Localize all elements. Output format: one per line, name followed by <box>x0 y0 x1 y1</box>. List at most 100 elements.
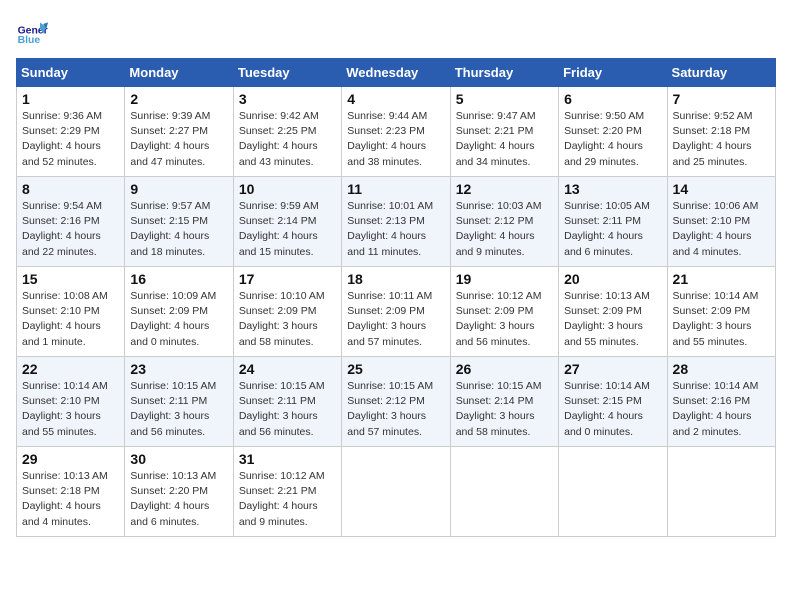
day-number: 27 <box>564 361 661 377</box>
day-number: 19 <box>456 271 553 287</box>
day-detail: Sunrise: 10:15 AMSunset: 2:11 PMDaylight… <box>239 380 325 438</box>
day-detail: Sunrise: 10:15 AMSunset: 2:11 PMDaylight… <box>130 380 216 438</box>
header-tuesday: Tuesday <box>233 59 341 87</box>
calendar-table: SundayMondayTuesdayWednesdayThursdayFrid… <box>16 58 776 537</box>
day-detail: Sunrise: 9:54 AMSunset: 2:16 PMDaylight:… <box>22 200 102 258</box>
day-number: 30 <box>130 451 227 467</box>
header-monday: Monday <box>125 59 233 87</box>
header-sunday: Sunday <box>17 59 125 87</box>
day-detail: Sunrise: 10:14 AMSunset: 2:10 PMDaylight… <box>22 380 108 438</box>
day-cell: 4 Sunrise: 9:44 AMSunset: 2:23 PMDayligh… <box>342 87 450 177</box>
day-cell: 1 Sunrise: 9:36 AMSunset: 2:29 PMDayligh… <box>17 87 125 177</box>
day-cell: 25 Sunrise: 10:15 AMSunset: 2:12 PMDayli… <box>342 357 450 447</box>
header-wednesday: Wednesday <box>342 59 450 87</box>
day-number: 6 <box>564 91 661 107</box>
logo-icon: General Blue <box>16 16 48 48</box>
day-cell <box>667 447 775 537</box>
day-cell <box>559 447 667 537</box>
day-number: 5 <box>456 91 553 107</box>
day-detail: Sunrise: 10:12 AMSunset: 2:21 PMDaylight… <box>239 470 325 528</box>
day-cell: 30 Sunrise: 10:13 AMSunset: 2:20 PMDayli… <box>125 447 233 537</box>
day-number: 16 <box>130 271 227 287</box>
day-number: 8 <box>22 181 119 197</box>
day-detail: Sunrise: 10:12 AMSunset: 2:09 PMDaylight… <box>456 290 542 348</box>
day-cell: 3 Sunrise: 9:42 AMSunset: 2:25 PMDayligh… <box>233 87 341 177</box>
calendar-body: 1 Sunrise: 9:36 AMSunset: 2:29 PMDayligh… <box>17 87 776 537</box>
header-thursday: Thursday <box>450 59 558 87</box>
day-cell: 16 Sunrise: 10:09 AMSunset: 2:09 PMDayli… <box>125 267 233 357</box>
day-number: 25 <box>347 361 444 377</box>
day-cell <box>342 447 450 537</box>
day-cell: 10 Sunrise: 9:59 AMSunset: 2:14 PMDaylig… <box>233 177 341 267</box>
day-cell: 14 Sunrise: 10:06 AMSunset: 2:10 PMDayli… <box>667 177 775 267</box>
week-row-5: 29 Sunrise: 10:13 AMSunset: 2:18 PMDayli… <box>17 447 776 537</box>
day-cell: 31 Sunrise: 10:12 AMSunset: 2:21 PMDayli… <box>233 447 341 537</box>
day-cell: 9 Sunrise: 9:57 AMSunset: 2:15 PMDayligh… <box>125 177 233 267</box>
day-detail: Sunrise: 10:01 AMSunset: 2:13 PMDaylight… <box>347 200 433 258</box>
day-cell: 5 Sunrise: 9:47 AMSunset: 2:21 PMDayligh… <box>450 87 558 177</box>
day-cell: 28 Sunrise: 10:14 AMSunset: 2:16 PMDayli… <box>667 357 775 447</box>
day-detail: Sunrise: 9:42 AMSunset: 2:25 PMDaylight:… <box>239 110 319 168</box>
day-cell: 11 Sunrise: 10:01 AMSunset: 2:13 PMDayli… <box>342 177 450 267</box>
day-cell: 6 Sunrise: 9:50 AMSunset: 2:20 PMDayligh… <box>559 87 667 177</box>
day-number: 7 <box>673 91 770 107</box>
day-cell: 17 Sunrise: 10:10 AMSunset: 2:09 PMDayli… <box>233 267 341 357</box>
day-cell <box>450 447 558 537</box>
day-cell: 15 Sunrise: 10:08 AMSunset: 2:10 PMDayli… <box>17 267 125 357</box>
day-number: 17 <box>239 271 336 287</box>
logo: General Blue <box>16 16 52 48</box>
day-detail: Sunrise: 10:13 AMSunset: 2:20 PMDaylight… <box>130 470 216 528</box>
day-number: 12 <box>456 181 553 197</box>
header-saturday: Saturday <box>667 59 775 87</box>
day-cell: 21 Sunrise: 10:14 AMSunset: 2:09 PMDayli… <box>667 267 775 357</box>
day-number: 18 <box>347 271 444 287</box>
day-cell: 27 Sunrise: 10:14 AMSunset: 2:15 PMDayli… <box>559 357 667 447</box>
day-detail: Sunrise: 10:15 AMSunset: 2:12 PMDaylight… <box>347 380 433 438</box>
day-detail: Sunrise: 9:50 AMSunset: 2:20 PMDaylight:… <box>564 110 644 168</box>
day-cell: 18 Sunrise: 10:11 AMSunset: 2:09 PMDayli… <box>342 267 450 357</box>
day-detail: Sunrise: 9:59 AMSunset: 2:14 PMDaylight:… <box>239 200 319 258</box>
day-cell: 23 Sunrise: 10:15 AMSunset: 2:11 PMDayli… <box>125 357 233 447</box>
day-cell: 7 Sunrise: 9:52 AMSunset: 2:18 PMDayligh… <box>667 87 775 177</box>
week-row-3: 15 Sunrise: 10:08 AMSunset: 2:10 PMDayli… <box>17 267 776 357</box>
day-number: 21 <box>673 271 770 287</box>
day-number: 14 <box>673 181 770 197</box>
day-detail: Sunrise: 10:10 AMSunset: 2:09 PMDaylight… <box>239 290 325 348</box>
day-cell: 8 Sunrise: 9:54 AMSunset: 2:16 PMDayligh… <box>17 177 125 267</box>
week-row-4: 22 Sunrise: 10:14 AMSunset: 2:10 PMDayli… <box>17 357 776 447</box>
day-detail: Sunrise: 9:47 AMSunset: 2:21 PMDaylight:… <box>456 110 536 168</box>
day-detail: Sunrise: 10:14 AMSunset: 2:16 PMDaylight… <box>673 380 759 438</box>
day-number: 31 <box>239 451 336 467</box>
day-number: 15 <box>22 271 119 287</box>
day-number: 22 <box>22 361 119 377</box>
day-detail: Sunrise: 10:14 AMSunset: 2:15 PMDaylight… <box>564 380 650 438</box>
day-number: 4 <box>347 91 444 107</box>
page-header: General Blue <box>16 16 776 48</box>
day-detail: Sunrise: 10:14 AMSunset: 2:09 PMDaylight… <box>673 290 759 348</box>
day-detail: Sunrise: 10:13 AMSunset: 2:18 PMDaylight… <box>22 470 108 528</box>
day-cell: 13 Sunrise: 10:05 AMSunset: 2:11 PMDayli… <box>559 177 667 267</box>
day-detail: Sunrise: 9:52 AMSunset: 2:18 PMDaylight:… <box>673 110 753 168</box>
day-number: 2 <box>130 91 227 107</box>
week-row-1: 1 Sunrise: 9:36 AMSunset: 2:29 PMDayligh… <box>17 87 776 177</box>
week-row-2: 8 Sunrise: 9:54 AMSunset: 2:16 PMDayligh… <box>17 177 776 267</box>
day-cell: 26 Sunrise: 10:15 AMSunset: 2:14 PMDayli… <box>450 357 558 447</box>
calendar-header-row: SundayMondayTuesdayWednesdayThursdayFrid… <box>17 59 776 87</box>
day-detail: Sunrise: 10:06 AMSunset: 2:10 PMDaylight… <box>673 200 759 258</box>
day-number: 23 <box>130 361 227 377</box>
day-detail: Sunrise: 10:11 AMSunset: 2:09 PMDaylight… <box>347 290 432 348</box>
day-cell: 19 Sunrise: 10:12 AMSunset: 2:09 PMDayli… <box>450 267 558 357</box>
day-number: 10 <box>239 181 336 197</box>
day-cell: 20 Sunrise: 10:13 AMSunset: 2:09 PMDayli… <box>559 267 667 357</box>
day-detail: Sunrise: 10:13 AMSunset: 2:09 PMDaylight… <box>564 290 650 348</box>
day-cell: 22 Sunrise: 10:14 AMSunset: 2:10 PMDayli… <box>17 357 125 447</box>
day-detail: Sunrise: 10:08 AMSunset: 2:10 PMDaylight… <box>22 290 108 348</box>
day-number: 1 <box>22 91 119 107</box>
day-detail: Sunrise: 10:03 AMSunset: 2:12 PMDaylight… <box>456 200 542 258</box>
day-cell: 12 Sunrise: 10:03 AMSunset: 2:12 PMDayli… <box>450 177 558 267</box>
day-number: 3 <box>239 91 336 107</box>
day-number: 20 <box>564 271 661 287</box>
header-friday: Friday <box>559 59 667 87</box>
day-detail: Sunrise: 9:57 AMSunset: 2:15 PMDaylight:… <box>130 200 210 258</box>
day-number: 11 <box>347 181 444 197</box>
